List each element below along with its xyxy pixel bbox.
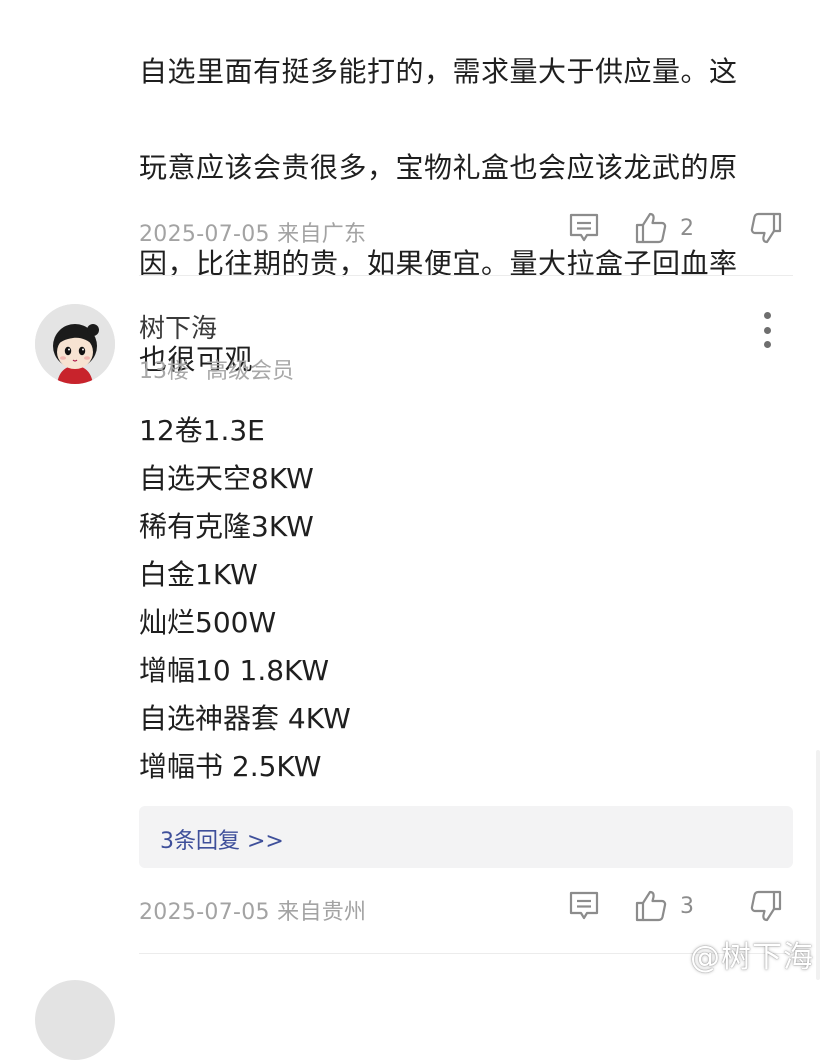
watermark: @树下海	[690, 940, 814, 975]
comment-icon	[569, 891, 599, 920]
thumbs-up-icon	[635, 890, 667, 922]
comment-meta: 2025-07-05 来自贵州	[139, 900, 367, 925]
dislike-button[interactable]	[749, 886, 783, 926]
previous-comment-line: 自选里面有挺多能打的，需求量大于供应量。这	[139, 55, 738, 88]
more-options-button[interactable]	[756, 312, 778, 348]
cartoon-avatar-icon	[35, 304, 115, 384]
like-count: 3	[680, 893, 694, 919]
dislike-button[interactable]	[749, 208, 783, 248]
like-count: 2	[680, 215, 694, 241]
previous-comment-meta-row: 2025-07-05 来自广东 2	[139, 208, 789, 248]
comment-line: 自选神器套 4KW	[139, 702, 351, 735]
previous-comment-meta: 2025-07-05 来自广东	[139, 222, 367, 247]
comment-meta-row: 2025-07-05 来自贵州 3	[139, 886, 789, 926]
comment-icon	[569, 213, 599, 242]
comment-line: 灿烂500W	[139, 606, 277, 639]
thumbs-down-icon	[750, 890, 782, 922]
more-dot	[763, 326, 771, 334]
like-button[interactable]: 3	[634, 886, 694, 926]
next-comment-avatar[interactable]	[35, 980, 115, 1060]
thumbs-up-icon	[635, 212, 667, 244]
floor-number: 13楼	[139, 359, 189, 384]
user-meta: 13楼 高级会员	[139, 353, 294, 385]
thumbs-down-icon	[750, 212, 782, 244]
comment-divider	[139, 275, 793, 276]
username[interactable]: 树下海	[139, 308, 217, 345]
comment-line: 增幅10 1.8KW	[139, 654, 330, 687]
avatar[interactable]	[35, 304, 115, 384]
view-replies-link[interactable]: 3条回复 >>	[160, 823, 284, 855]
more-dot	[763, 341, 771, 348]
like-button[interactable]: 2	[634, 208, 694, 248]
more-dot	[763, 312, 771, 319]
reply-comment-button[interactable]	[567, 208, 601, 248]
comment-line: 稀有克隆3KW	[139, 510, 314, 543]
comment-line: 增幅书 2.5KW	[139, 750, 322, 783]
previous-comment-line: 玩意应该会贵很多，宝物礼盒也会应该龙武的原	[139, 151, 738, 184]
member-badge: 高级会员	[206, 359, 295, 384]
scrollbar[interactable]	[816, 750, 820, 980]
reply-comment-button[interactable]	[567, 886, 601, 926]
comment-line: 白金1KW	[139, 558, 258, 591]
replies-box[interactable]: 3条回复 >>	[139, 806, 793, 868]
comment-line: 自选天空8KW	[139, 462, 314, 495]
comment-body: 12卷1.3E 自选天空8KW 稀有克隆3KW 白金1KW 灿烂500W 增幅1…	[139, 407, 789, 791]
comment-line: 12卷1.3E	[139, 414, 265, 447]
